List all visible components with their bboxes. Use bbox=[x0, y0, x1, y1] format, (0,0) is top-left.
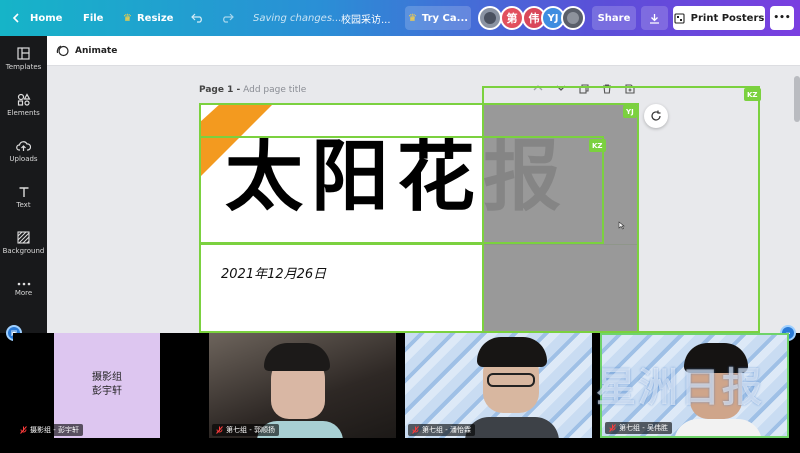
editor-workspace: Animate Page 1 - Add page title 太阳花报 202… bbox=[47, 36, 800, 333]
animate-icon bbox=[56, 45, 69, 57]
sidebar-label: Text bbox=[16, 200, 31, 209]
participant-name: 第七组 - 郭顺扬 bbox=[212, 424, 279, 436]
resize-label: Resize bbox=[136, 12, 174, 24]
rotate-button[interactable] bbox=[644, 104, 668, 128]
sidebar-label: Templates bbox=[5, 63, 42, 71]
person-shirt bbox=[465, 417, 559, 438]
page-label: Page 1 - bbox=[199, 85, 241, 95]
avatar-di[interactable]: 第 bbox=[500, 6, 524, 30]
person-shirt bbox=[674, 419, 762, 436]
collab-tag-kz-2: KZ bbox=[744, 88, 761, 101]
background-icon bbox=[17, 231, 30, 244]
participant-name: 第七组 - 潘怡霖 bbox=[408, 424, 475, 436]
print-posters-button[interactable]: Print Posters bbox=[673, 6, 765, 30]
video-participant-strip: ▣ – 摄影组 彭宇轩 摄影组 - 彭宇轩 第七组 - 郭顺扬 bbox=[0, 325, 800, 453]
share-button[interactable]: Share bbox=[592, 6, 636, 30]
undo-icon bbox=[191, 13, 202, 23]
sidebar-item-more[interactable]: More bbox=[0, 266, 47, 312]
crown-icon: ♛ bbox=[123, 12, 132, 24]
top-toolbar: Home File ♛ Resize Saving changes... 校园采… bbox=[0, 0, 800, 36]
sidebar-item-uploads[interactable]: Uploads bbox=[0, 128, 47, 174]
person-hair bbox=[477, 337, 547, 367]
download-button[interactable] bbox=[641, 6, 668, 30]
print-icon bbox=[674, 12, 685, 24]
sidebar-label: Elements bbox=[7, 109, 40, 117]
sidebar-label: Uploads bbox=[9, 154, 38, 163]
chevron-left-icon bbox=[12, 13, 19, 23]
resize-button[interactable]: ♛ Resize bbox=[123, 0, 173, 36]
page-title-input[interactable]: Add page title bbox=[243, 85, 306, 95]
document-title[interactable]: 校园采访... bbox=[341, 0, 391, 36]
uploads-icon bbox=[16, 140, 31, 151]
elements-icon bbox=[17, 93, 31, 106]
muted-mic-icon bbox=[609, 424, 616, 432]
participant-tile-1[interactable]: 摄影组 彭宇轩 摄影组 - 彭宇轩 bbox=[13, 333, 200, 438]
user-photo-icon bbox=[484, 12, 496, 24]
participant-name: 第七组 - 吴伟胜 bbox=[605, 422, 672, 434]
participant-tile-3[interactable]: 第七组 - 潘怡霖 bbox=[405, 333, 592, 438]
muted-mic-icon bbox=[412, 426, 419, 434]
home-button[interactable]: Home bbox=[12, 0, 62, 36]
participant-tile-2[interactable]: 第七组 - 郭顺扬 bbox=[209, 333, 396, 438]
file-menu[interactable]: File bbox=[83, 0, 103, 36]
user-photo-icon bbox=[567, 12, 579, 24]
newspaper-watermark: 星洲日报 bbox=[596, 365, 764, 411]
avatar-photo[interactable] bbox=[478, 6, 502, 30]
sidebar-item-background[interactable]: Background bbox=[0, 220, 47, 266]
muted-mic-icon bbox=[20, 426, 27, 434]
person-hair bbox=[264, 343, 330, 371]
placeholder-card: 摄影组 彭宇轩 bbox=[54, 333, 160, 438]
sidebar-item-templates[interactable]: Templates bbox=[0, 36, 47, 82]
collab-tag-yj: YJ bbox=[623, 105, 637, 118]
saving-status: Saving changes... bbox=[253, 12, 342, 24]
more-icon bbox=[17, 282, 30, 285]
templates-icon bbox=[17, 47, 30, 60]
animate-bar: Animate bbox=[47, 36, 800, 66]
try-canva-pro-button[interactable]: ♛ Try Ca... bbox=[405, 6, 471, 30]
vertical-scrollbar[interactable] bbox=[794, 76, 800, 122]
tile-text-2: 彭宇轩 bbox=[92, 386, 122, 397]
page-title-row: Page 1 - Add page title bbox=[199, 85, 306, 95]
animate-button[interactable]: Animate bbox=[56, 44, 117, 57]
avatar-photo-2[interactable] bbox=[561, 6, 585, 30]
redo-button[interactable] bbox=[221, 0, 234, 36]
cursor-icon bbox=[618, 221, 625, 230]
sidebar-item-elements[interactable]: Elements bbox=[0, 82, 47, 128]
more-options-button[interactable]: ••• bbox=[770, 6, 794, 30]
sidebar-item-text[interactable]: Text bbox=[0, 174, 47, 220]
print-label: Print Posters bbox=[690, 12, 765, 24]
home-label: Home bbox=[30, 12, 63, 24]
participant-name: 摄影组 - 彭宇轩 bbox=[16, 424, 83, 436]
download-icon bbox=[650, 13, 659, 24]
glasses bbox=[487, 373, 535, 387]
sidebar-label: More bbox=[14, 288, 33, 297]
muted-mic-icon bbox=[216, 426, 223, 434]
rotate-icon bbox=[651, 110, 661, 121]
sidebar-label: Background bbox=[2, 247, 45, 255]
page-selection-frame bbox=[199, 103, 639, 333]
redo-icon bbox=[223, 13, 234, 23]
tile-text-1: 摄影组 bbox=[92, 372, 122, 383]
text-icon bbox=[19, 186, 28, 197]
undo-button[interactable] bbox=[191, 0, 204, 36]
crown-icon: ♛ bbox=[407, 12, 417, 24]
left-sidebar: Templates Elements Uploads Text Backgrou… bbox=[0, 36, 47, 333]
try-label: Try Ca... bbox=[421, 12, 469, 24]
animate-label: Animate bbox=[75, 45, 118, 56]
